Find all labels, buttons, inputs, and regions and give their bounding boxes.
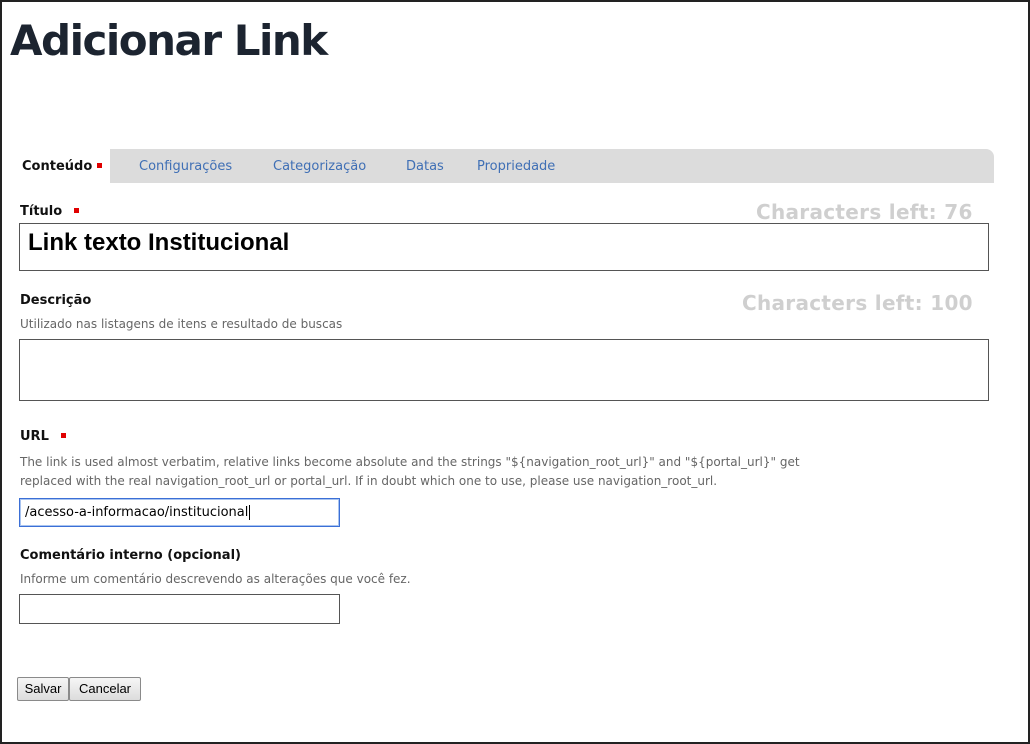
- description-help-text: Utilizado nas listagens de itens e resul…: [20, 317, 343, 331]
- cancel-button[interactable]: Cancelar: [69, 677, 141, 701]
- edit-form-frame: Adicionar Link Conteúdo Configurações Ca…: [0, 0, 1030, 744]
- text-caret: [249, 505, 251, 520]
- url-label-text: URL: [20, 429, 49, 444]
- title-input-value: Link texto Institucional: [28, 229, 290, 256]
- tab-datas[interactable]: Datas: [406, 149, 444, 183]
- tab-categorizacao[interactable]: Categorização: [273, 149, 366, 183]
- save-button[interactable]: Salvar: [17, 677, 69, 701]
- url-field-label: URL: [20, 429, 66, 444]
- comment-help-text: Informe um comentário descrevendo as alt…: [20, 572, 411, 586]
- required-marker-icon: [74, 208, 80, 213]
- url-input-value: /acesso-a-informacao/institucional: [25, 505, 249, 520]
- comment-field-label: Comentário interno (opcional): [20, 548, 241, 563]
- title-input[interactable]: Link texto Institucional: [19, 223, 989, 271]
- title-label-text: Título: [20, 204, 63, 219]
- description-field-label: Descrição: [20, 293, 92, 308]
- url-help-line-2: replaced with the real navigation_root_u…: [20, 474, 718, 488]
- url-input[interactable]: /acesso-a-informacao/institucional: [19, 498, 340, 527]
- page-title: Adicionar Link: [10, 16, 328, 65]
- description-chars-left: Characters left: 100: [742, 291, 973, 315]
- required-marker-icon: [60, 433, 66, 438]
- description-textarea[interactable]: [19, 339, 989, 401]
- tab-bar: Conteúdo Configurações Categorização Dat…: [14, 149, 994, 185]
- title-chars-left: Characters left: 76: [756, 200, 973, 224]
- tab-conteudo-label: Conteúdo: [22, 159, 93, 174]
- comment-input[interactable]: [19, 594, 340, 624]
- title-field-label: Título: [20, 204, 80, 219]
- tab-conteudo[interactable]: Conteúdo: [14, 149, 111, 185]
- required-marker-icon: [97, 163, 103, 168]
- tab-propriedade[interactable]: Propriedade: [477, 149, 555, 183]
- tab-configuracoes[interactable]: Configurações: [139, 149, 232, 183]
- url-help-line-1: The link is used almost verbatim, relati…: [20, 455, 800, 469]
